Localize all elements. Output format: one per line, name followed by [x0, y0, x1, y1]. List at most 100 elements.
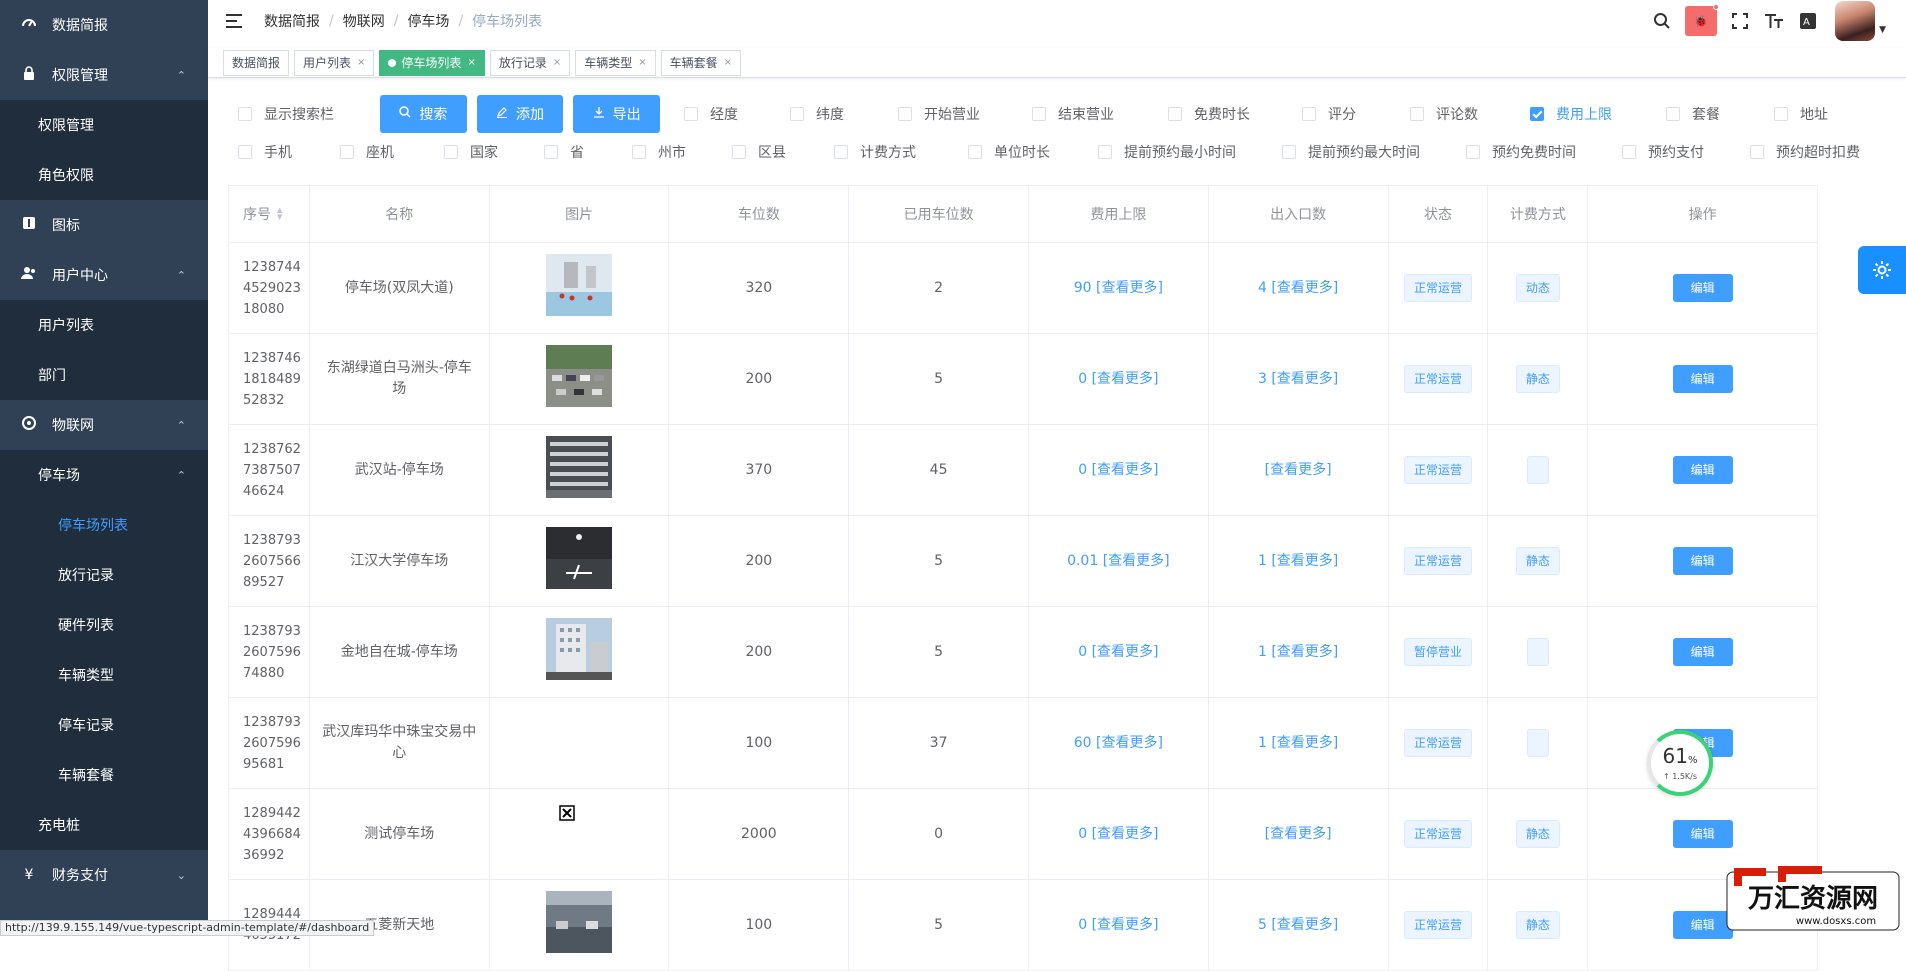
- sidebar-item-6[interactable]: 用户中心 ⌃: [0, 250, 208, 300]
- sidebar-item-7[interactable]: 用户列表: [0, 300, 208, 350]
- view-more-link[interactable]: [查看更多]: [1092, 369, 1159, 390]
- breadcrumb-item[interactable]: 停车场: [407, 11, 449, 31]
- checkbox-box[interactable]: [1098, 145, 1112, 159]
- fullscreen-icon[interactable]: [1723, 4, 1757, 38]
- view-more-link[interactable]: [查看更多]: [1271, 278, 1338, 299]
- sidebar-item-18[interactable]: ¥ 财务支付 ⌄: [0, 850, 208, 900]
- close-icon[interactable]: ×: [638, 57, 646, 68]
- edit-button[interactable]: 编辑: [1672, 911, 1733, 939]
- close-icon[interactable]: ×: [724, 57, 732, 68]
- edit-button[interactable]: 编辑: [1672, 638, 1733, 666]
- column-checkbox[interactable]: 免费时长: [1168, 104, 1250, 124]
- sidebar-item-4[interactable]: 角色权限: [0, 150, 208, 200]
- view-more-link[interactable]: [查看更多]: [1265, 824, 1332, 845]
- column-checkbox[interactable]: 国家: [444, 142, 498, 162]
- sidebar-item-12[interactable]: 放行记录: [0, 550, 208, 600]
- font-size-icon[interactable]: [1757, 4, 1791, 38]
- column-checkbox[interactable]: 计费方式: [834, 142, 916, 162]
- checkbox-box[interactable]: [1466, 145, 1480, 159]
- export-button[interactable]: 导出: [573, 95, 661, 133]
- checkbox-box[interactable]: [544, 145, 558, 159]
- checkbox-box[interactable]: [238, 145, 252, 159]
- edit-button[interactable]: 编辑: [1672, 820, 1733, 848]
- close-icon[interactable]: ×: [467, 57, 475, 68]
- checkbox-box[interactable]: [1774, 107, 1789, 121]
- sort-caret-icon[interactable]: ▲ ▼: [277, 207, 282, 221]
- column-checkbox[interactable]: 套餐: [1666, 104, 1720, 124]
- sidebar-item-8[interactable]: 部门: [0, 350, 208, 400]
- view-more-link[interactable]: [查看更多]: [1092, 915, 1159, 936]
- column-checkbox[interactable]: 评分: [1302, 104, 1356, 124]
- add-button[interactable]: 添加: [476, 95, 564, 133]
- breadcrumb-item[interactable]: 数据简报: [264, 11, 320, 31]
- column-checkbox[interactable]: 预约支付: [1622, 142, 1704, 162]
- view-more-link[interactable]: [查看更多]: [1271, 642, 1338, 663]
- checkbox-box[interactable]: [1530, 107, 1545, 121]
- sidebar-item-5[interactable]: 图标: [0, 200, 208, 250]
- language-icon[interactable]: A: [1791, 4, 1825, 38]
- checkbox-box[interactable]: [444, 145, 458, 159]
- column-checkbox[interactable]: 地址: [1774, 104, 1828, 124]
- close-icon[interactable]: ×: [553, 57, 561, 68]
- checkbox-box[interactable]: [684, 107, 699, 121]
- view-more-link[interactable]: [查看更多]: [1092, 824, 1159, 845]
- checkbox-box[interactable]: [238, 107, 252, 121]
- tag-4[interactable]: 放行记录 ×: [489, 49, 571, 76]
- column-checkbox[interactable]: 经度: [684, 104, 738, 124]
- network-speed-widget[interactable]: 61% ↑ 1.5K/s: [1647, 730, 1713, 796]
- column-checkbox[interactable]: 手机: [238, 142, 292, 162]
- column-checkbox[interactable]: 开始营业: [898, 104, 980, 124]
- checkbox-box[interactable]: [968, 145, 982, 159]
- column-checkbox[interactable]: 提前预约最小时间: [1098, 142, 1236, 162]
- view-more-link[interactable]: [查看更多]: [1092, 642, 1159, 663]
- checkbox-box[interactable]: [340, 145, 354, 159]
- parking-lot-thumbnail[interactable]: [546, 253, 613, 323]
- column-checkbox[interactable]: 评论数: [1410, 104, 1478, 124]
- parking-lot-thumbnail[interactable]: [546, 526, 613, 596]
- avatar[interactable]: [1835, 1, 1876, 41]
- error-log-button[interactable]: 🐞: [1685, 4, 1720, 36]
- view-more-link[interactable]: [查看更多]: [1271, 369, 1338, 390]
- view-more-link[interactable]: [查看更多]: [1096, 733, 1163, 754]
- column-checkbox[interactable]: 预约超时扣费: [1750, 142, 1860, 162]
- parking-lot-thumbnail[interactable]: [546, 617, 613, 687]
- checkbox-box[interactable]: [1168, 107, 1183, 121]
- column-checkbox[interactable]: 提前预约最大时间: [1282, 142, 1420, 162]
- column-checkbox[interactable]: 纬度: [790, 104, 844, 124]
- sidebar-item-14[interactable]: 车辆类型: [0, 650, 208, 700]
- checkbox-box[interactable]: [1032, 107, 1047, 121]
- column-checkbox[interactable]: 州市: [632, 142, 686, 162]
- sidebar-item-17[interactable]: 充电桩: [0, 800, 208, 850]
- broken-image-icon[interactable]: [559, 805, 575, 828]
- edit-button[interactable]: 编辑: [1672, 547, 1733, 575]
- checkbox-box[interactable]: [1410, 107, 1425, 121]
- checkbox-box[interactable]: [1282, 145, 1296, 159]
- sidebar-item-16[interactable]: 车辆套餐: [0, 750, 208, 800]
- sidebar-item-11[interactable]: 停车场列表: [0, 500, 208, 550]
- view-more-link[interactable]: [查看更多]: [1265, 460, 1332, 481]
- view-more-link[interactable]: [查看更多]: [1271, 915, 1338, 936]
- tag-2[interactable]: 用户列表 ×: [294, 49, 375, 76]
- sidebar-item-3[interactable]: 权限管理: [0, 100, 208, 150]
- column-checkbox[interactable]: 区县: [732, 142, 786, 162]
- checkbox-box[interactable]: [732, 145, 746, 159]
- checkbox-box[interactable]: [1750, 145, 1764, 159]
- view-more-link[interactable]: [查看更多]: [1271, 551, 1338, 572]
- search-button[interactable]: 搜索: [380, 95, 467, 133]
- caret-down-icon[interactable]: ▼: [1879, 25, 1886, 35]
- parking-lot-thumbnail[interactable]: [546, 344, 613, 414]
- view-more-link[interactable]: [查看更多]: [1103, 551, 1170, 572]
- view-more-link[interactable]: [查看更多]: [1092, 460, 1159, 481]
- search-icon[interactable]: [1645, 4, 1679, 38]
- settings-gear-button[interactable]: [1858, 246, 1906, 294]
- column-header[interactable]: 序号 ▲ ▼: [228, 186, 310, 242]
- edit-button[interactable]: 编辑: [1672, 365, 1733, 393]
- breadcrumb-item[interactable]: 物联网: [343, 11, 385, 31]
- checkbox-box[interactable]: [1302, 107, 1317, 121]
- checkbox-box[interactable]: [632, 145, 646, 159]
- hamburger-menu-icon[interactable]: [226, 14, 242, 28]
- column-checkbox[interactable]: 结束营业: [1032, 104, 1114, 124]
- close-icon[interactable]: ×: [357, 57, 365, 68]
- checkbox-box[interactable]: [834, 145, 848, 159]
- tag-3[interactable]: 停车场列表 ×: [379, 49, 485, 76]
